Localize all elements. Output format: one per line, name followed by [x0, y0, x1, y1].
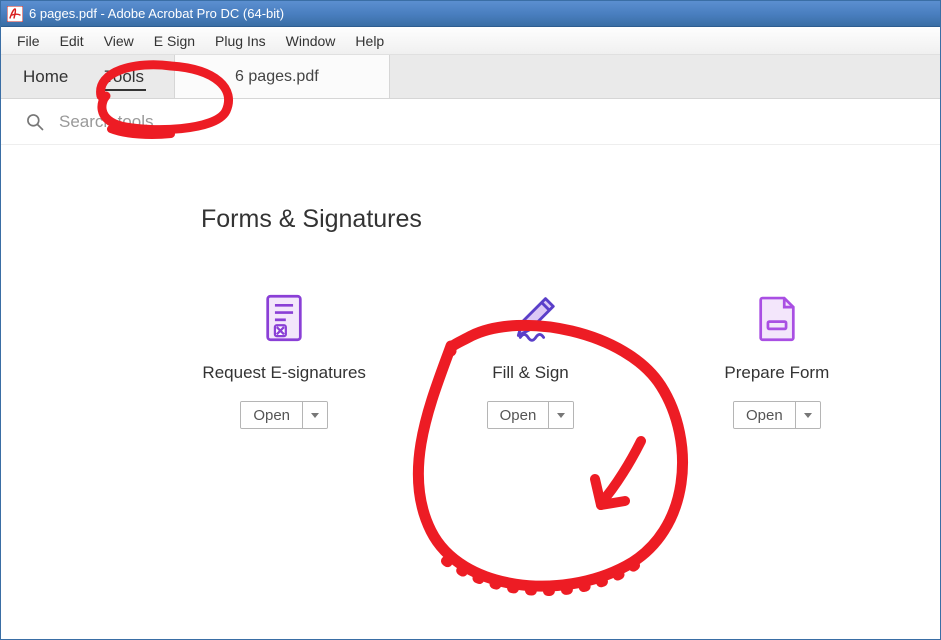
open-button-group: Open: [240, 401, 328, 429]
tool-label: Prepare Form: [654, 363, 900, 383]
tabs-bar: Home Tools 6 pages.pdf: [1, 55, 940, 99]
tabs-filler: [390, 55, 940, 98]
menu-file[interactable]: File: [7, 29, 50, 53]
tab-tools-label: Tools: [104, 67, 144, 87]
menu-bar: File Edit View E Sign Plug Ins Window He…: [1, 27, 940, 55]
tool-label: Fill & Sign: [407, 363, 653, 383]
search-icon: [25, 112, 45, 132]
open-dropdown-button[interactable]: [796, 402, 820, 428]
tool-label: Request E-signatures: [161, 363, 407, 383]
tab-home[interactable]: Home: [1, 55, 82, 98]
open-button[interactable]: Open: [241, 402, 303, 428]
search-input[interactable]: [57, 111, 357, 133]
menu-plug-ins[interactable]: Plug Ins: [205, 29, 276, 53]
chevron-down-icon: [311, 413, 319, 418]
tab-document[interactable]: 6 pages.pdf: [174, 55, 390, 98]
request-esignatures-icon: [161, 279, 407, 357]
tab-tools[interactable]: Tools: [82, 55, 174, 98]
section-title-forms-signatures: Forms & Signatures: [201, 205, 900, 234]
prepare-form-icon: [654, 279, 900, 357]
menu-help[interactable]: Help: [345, 29, 394, 53]
open-button[interactable]: Open: [488, 402, 550, 428]
tools-content: Forms & Signatures: [1, 145, 940, 429]
tab-home-label: Home: [23, 67, 68, 87]
menu-e-sign[interactable]: E Sign: [144, 29, 205, 53]
tool-card-prepare-form[interactable]: Prepare Form Open: [654, 279, 900, 429]
app-window: 6 pages.pdf - Adobe Acrobat Pro DC (64-b…: [0, 0, 941, 640]
tools-row: Request E-signatures Open Fi: [41, 279, 900, 429]
tab-document-label: 6 pages.pdf: [235, 68, 319, 86]
tools-search-row: [1, 99, 940, 145]
tab-tools-underline: [102, 89, 146, 91]
menu-view[interactable]: View: [94, 29, 144, 53]
tool-card-fill-sign[interactable]: Fill & Sign Open: [407, 279, 653, 429]
window-title: 6 pages.pdf - Adobe Acrobat Pro DC (64-b…: [29, 6, 284, 21]
open-dropdown-button[interactable]: [303, 402, 327, 428]
chevron-down-icon: [557, 413, 565, 418]
open-button-group: Open: [733, 401, 821, 429]
acrobat-app-icon: [7, 6, 23, 22]
open-button[interactable]: Open: [734, 402, 796, 428]
fill-sign-icon: [407, 279, 653, 357]
open-button-group: Open: [487, 401, 575, 429]
open-dropdown-button[interactable]: [549, 402, 573, 428]
menu-window[interactable]: Window: [276, 29, 346, 53]
chevron-down-icon: [804, 413, 812, 418]
title-bar: 6 pages.pdf - Adobe Acrobat Pro DC (64-b…: [1, 1, 940, 27]
menu-edit[interactable]: Edit: [50, 29, 94, 53]
tool-card-request-esignatures[interactable]: Request E-signatures Open: [161, 279, 407, 429]
